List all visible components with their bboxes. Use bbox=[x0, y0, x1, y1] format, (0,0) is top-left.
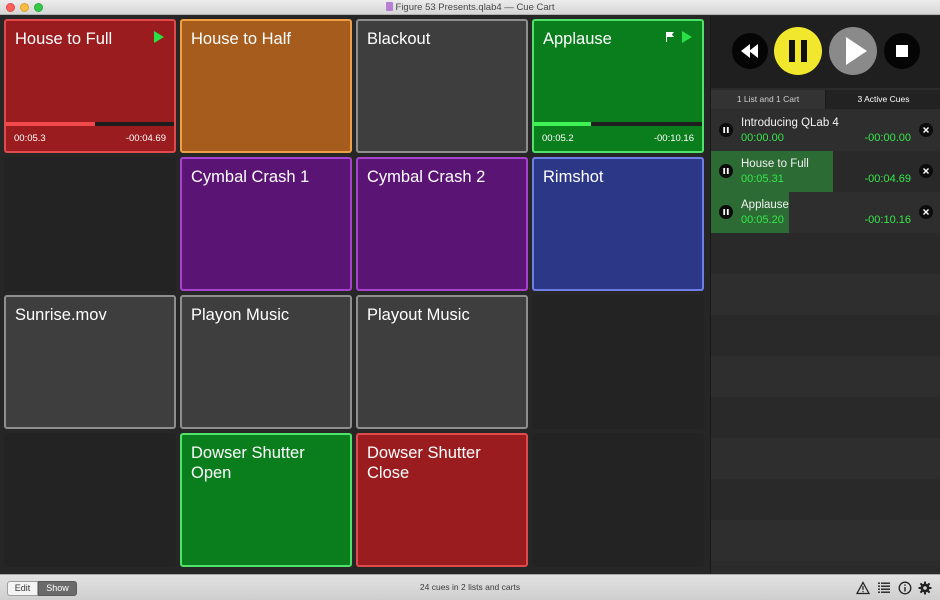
window-title-wrap: Figure 53 Presents.qlab4 — Cue Cart bbox=[0, 1, 940, 14]
transport-controls bbox=[711, 16, 940, 88]
active-cue-name: Introducing QLab 4 bbox=[741, 117, 839, 129]
cue-elapsed-time: 00:05.2 bbox=[542, 133, 574, 144]
list-stripe bbox=[711, 438, 940, 479]
cue-progress-bar bbox=[6, 122, 174, 126]
qlab-window: Figure 53 Presents.qlab4 — Cue Cart Hous… bbox=[0, 0, 940, 600]
stop-icon bbox=[896, 45, 908, 57]
cue-button[interactable]: Cymbal Crash 2 bbox=[356, 157, 528, 291]
play-icon bbox=[846, 37, 867, 65]
info-icon[interactable] bbox=[898, 581, 912, 595]
warning-icon[interactable] bbox=[856, 581, 870, 595]
footer-bar: Edit Show 24 cues in 2 lists and carts bbox=[0, 574, 940, 600]
cue-progress-fill bbox=[534, 122, 592, 126]
active-cue-remaining: -00:10.16 bbox=[864, 214, 911, 226]
cue-name: Cymbal Crash 2 bbox=[367, 168, 486, 186]
active-cue-row[interactable]: Applause 00:05.20 -00:10.16 bbox=[711, 192, 940, 233]
stop-all-button[interactable] bbox=[884, 33, 920, 69]
pause-icon bbox=[723, 168, 729, 174]
cue-button[interactable]: Playout Music bbox=[356, 295, 528, 429]
cue-name: Blackout bbox=[367, 30, 431, 48]
active-cue-row[interactable]: Introducing QLab 4 00:00.00 -00:00.00 bbox=[711, 110, 940, 151]
close-icon bbox=[923, 168, 929, 174]
list-stripe bbox=[711, 233, 940, 274]
cue-progress-fill bbox=[6, 122, 96, 126]
stop-cue-button[interactable] bbox=[919, 123, 933, 137]
empty-cue-slot[interactable] bbox=[532, 295, 704, 429]
cue-remaining-time: -00:04.69 bbox=[125, 133, 166, 144]
list-stripe bbox=[711, 479, 940, 520]
pause-cue-button[interactable] bbox=[719, 205, 733, 219]
flag-icon bbox=[666, 32, 675, 42]
active-cues-list: Introducing QLab 4 00:00.00 -00:00.00 House… bbox=[711, 110, 940, 574]
playing-icon bbox=[154, 31, 164, 43]
cue-remaining-time: -00:10.16 bbox=[653, 133, 694, 144]
list-stripe bbox=[711, 397, 940, 438]
cue-button[interactable]: Dowser Shutter Close bbox=[356, 433, 528, 567]
tab-lists-and-carts[interactable]: 1 List and 1 Cart bbox=[711, 90, 826, 109]
list-stripe bbox=[711, 356, 940, 397]
cue-button[interactable]: Blackout bbox=[356, 19, 528, 153]
empty-cue-slot[interactable] bbox=[532, 433, 704, 567]
cue-name: Applause bbox=[543, 30, 612, 48]
list-icon[interactable] bbox=[877, 581, 891, 595]
cue-cart-grid: House to Full 00:05.3 -00:04.69 House to Ha… bbox=[4, 19, 706, 569]
cue-name: Dowser Shutter Open bbox=[191, 444, 305, 482]
empty-cue-slot[interactable] bbox=[4, 157, 176, 291]
side-panel: 1 List and 1 Cart 3 Active Cues Introduc… bbox=[710, 16, 940, 574]
active-cue-elapsed: 00:05.20 bbox=[741, 214, 784, 226]
cue-name: Cymbal Crash 1 bbox=[191, 168, 310, 186]
close-icon bbox=[923, 209, 929, 215]
tab-active-cues[interactable]: 3 Active Cues bbox=[826, 90, 940, 109]
cue-button[interactable]: Playon Music bbox=[180, 295, 352, 429]
active-cue-row[interactable]: House to Full 00:05.31 -00:04.69 bbox=[711, 151, 940, 192]
document-icon bbox=[385, 2, 393, 11]
gear-icon[interactable] bbox=[918, 581, 932, 595]
pause-icon bbox=[723, 127, 729, 133]
active-cue-elapsed: 00:05.31 bbox=[741, 173, 784, 185]
cue-name: Playon Music bbox=[191, 306, 290, 324]
active-cue-name: House to Full bbox=[741, 158, 809, 170]
cue-button[interactable]: Cymbal Crash 1 bbox=[180, 157, 352, 291]
active-cue-remaining: -00:00.00 bbox=[864, 132, 911, 144]
pause-icon bbox=[723, 209, 729, 215]
pause-all-button[interactable] bbox=[774, 27, 822, 75]
stop-cue-button[interactable] bbox=[919, 164, 933, 178]
cue-name: Rimshot bbox=[543, 168, 604, 186]
cue-name: Playout Music bbox=[367, 306, 470, 324]
cue-name: House to Full bbox=[15, 30, 113, 48]
pause-cue-button[interactable] bbox=[719, 123, 733, 137]
list-stripe bbox=[711, 520, 940, 561]
cue-elapsed-time: 00:05.3 bbox=[14, 133, 46, 144]
active-cue-name: Applause bbox=[741, 199, 789, 211]
cue-button[interactable]: Dowser Shutter Open bbox=[180, 433, 352, 567]
playing-icon bbox=[682, 31, 692, 43]
stop-cue-button[interactable] bbox=[919, 205, 933, 219]
list-stripe bbox=[711, 315, 940, 356]
empty-cue-slot[interactable] bbox=[4, 433, 176, 567]
cue-count-status: 24 cues in 2 lists and carts bbox=[419, 582, 521, 592]
cue-name: Sunrise.mov bbox=[15, 306, 107, 324]
cue-button[interactable]: Applause 00:05.2 -00:10.16 bbox=[532, 19, 704, 153]
go-button[interactable] bbox=[829, 27, 877, 75]
pause-cue-button[interactable] bbox=[719, 164, 733, 178]
cue-button[interactable]: House to Full 00:05.3 -00:04.69 bbox=[4, 19, 176, 153]
cue-button[interactable]: Sunrise.mov bbox=[4, 295, 176, 429]
side-tabs: 1 List and 1 Cart 3 Active Cues bbox=[711, 90, 940, 109]
cue-button[interactable]: Rimshot bbox=[532, 157, 704, 291]
window-title: Figure 53 Presents.qlab4 — Cue Cart bbox=[395, 2, 555, 13]
cue-name: Dowser Shutter Close bbox=[367, 444, 481, 482]
pause-icon bbox=[789, 40, 807, 62]
list-stripe bbox=[711, 274, 940, 315]
cue-button[interactable]: House to Half bbox=[180, 19, 352, 153]
cue-name: House to Half bbox=[191, 30, 291, 48]
active-cue-elapsed: 00:00.00 bbox=[741, 132, 784, 144]
cue-progress-bar bbox=[534, 122, 702, 126]
rewind-button[interactable] bbox=[732, 33, 768, 69]
rewind-icon bbox=[741, 44, 758, 58]
title-bar: Figure 53 Presents.qlab4 — Cue Cart bbox=[0, 0, 940, 15]
active-cue-remaining: -00:04.69 bbox=[864, 173, 911, 185]
close-icon bbox=[923, 127, 929, 133]
